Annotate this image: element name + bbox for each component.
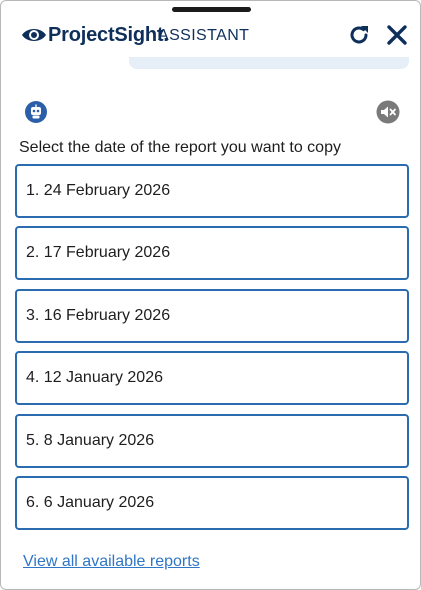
- assistant-header: ProjectSight. ASSISTANT: [1, 19, 420, 55]
- report-option-1[interactable]: 1. 24 February 2026: [15, 164, 409, 218]
- brand-name: ProjectSight.: [48, 24, 169, 46]
- report-option-4[interactable]: 4. 12 January 2026: [15, 351, 409, 406]
- assistant-panel: ProjectSight. ASSISTANT Select the date …: [0, 0, 421, 590]
- close-icon[interactable]: [385, 23, 409, 47]
- report-option-6[interactable]: 6. 6 January 2026: [15, 475, 409, 530]
- assistant-label: ASSISTANT: [158, 27, 250, 44]
- view-all-reports-link[interactable]: View all available reports: [23, 553, 200, 571]
- report-option-3[interactable]: 3. 16 February 2026: [15, 288, 409, 343]
- report-option-2[interactable]: 2. 17 February 2026: [15, 226, 409, 281]
- drag-handle[interactable]: [172, 7, 251, 12]
- report-option-5[interactable]: 5. 8 January 2026: [15, 413, 409, 468]
- robot-icon: [25, 101, 47, 123]
- report-date-options: 1. 24 February 2026 2. 17 February 2026 …: [15, 164, 409, 538]
- speaker-muted-icon[interactable]: [376, 100, 400, 124]
- previous-message-bubble: [129, 57, 409, 69]
- refresh-icon[interactable]: [347, 23, 371, 47]
- eye-logo-icon: [22, 29, 46, 41]
- prompt-text: Select the date of the report you want t…: [19, 139, 341, 156]
